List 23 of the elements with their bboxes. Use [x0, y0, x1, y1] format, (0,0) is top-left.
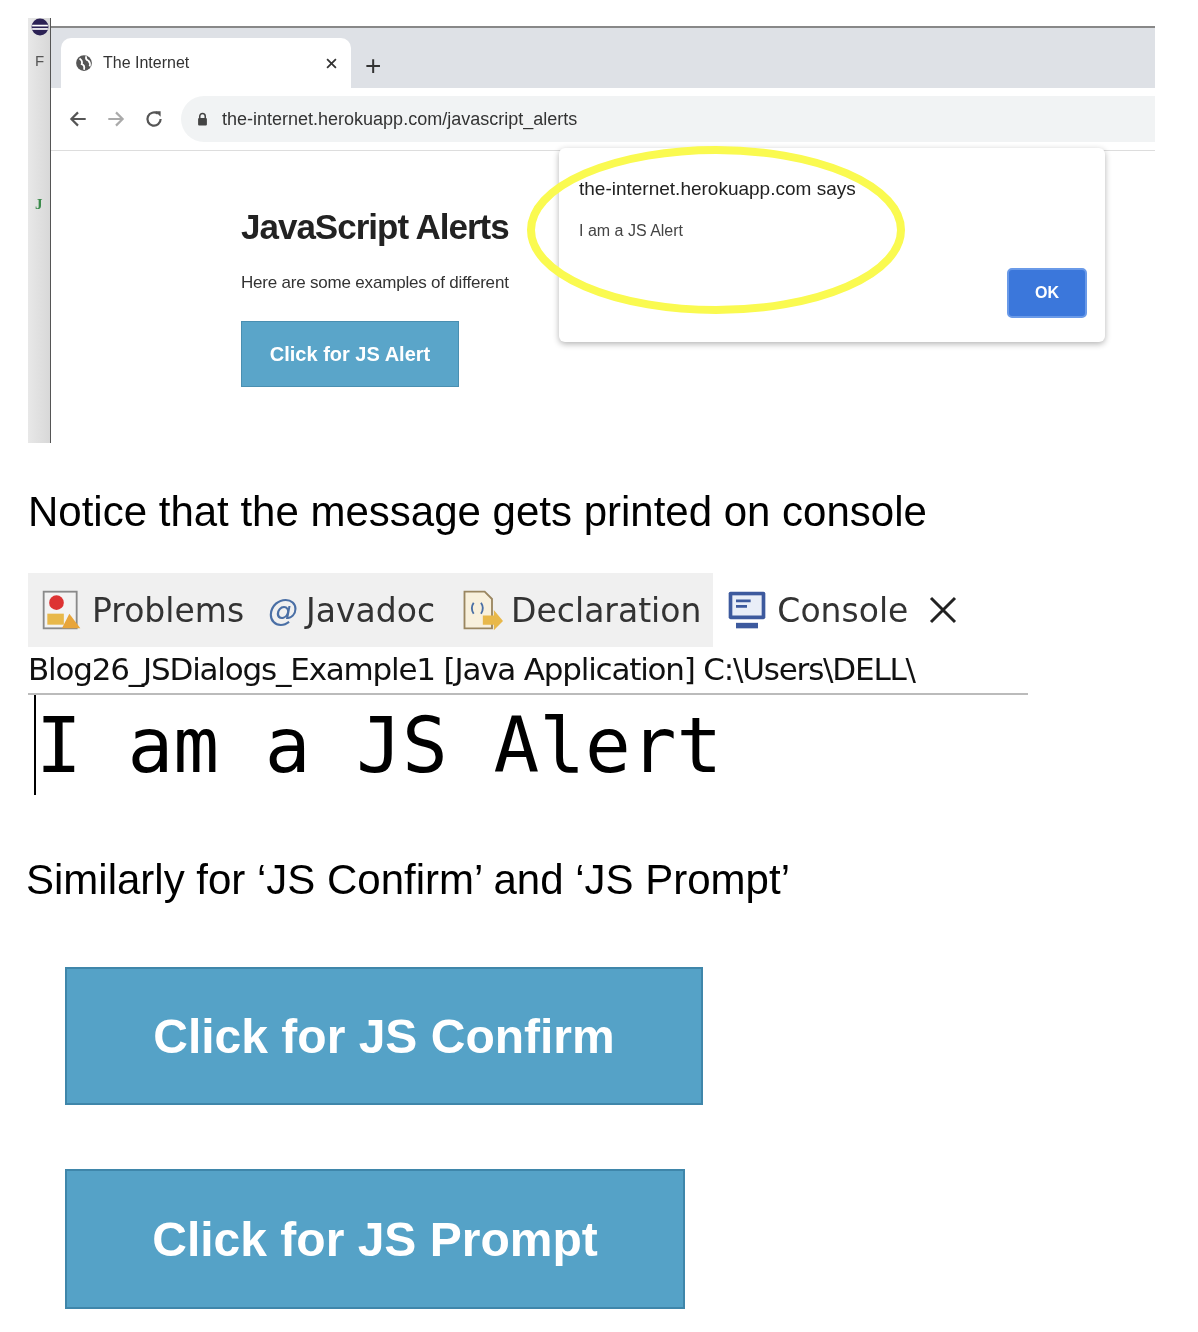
tab-label: Javadoc — [306, 590, 436, 630]
menu-label: J — [35, 196, 43, 213]
tab-label: Problems — [92, 590, 245, 630]
console-output: I am a JS Alert — [36, 700, 723, 790]
browser-tab[interactable]: The Internet — [61, 38, 351, 88]
intro-text: Here are some examples of different — [241, 273, 509, 293]
dialog-title: the-internet.herokuapp.com says — [579, 178, 856, 200]
address-bar[interactable]: the-internet.herokuapp.com/javascript_alerts — [181, 96, 1155, 142]
page-heading: JavaScript Alerts — [241, 207, 509, 247]
menu-label: F — [35, 52, 45, 69]
tab-title: The Internet — [103, 54, 191, 72]
tab-label: Console — [777, 590, 909, 630]
at-sign: @ — [268, 592, 299, 628]
ok-button[interactable]: OK — [1007, 268, 1087, 318]
tab-label: Declaration — [511, 590, 702, 630]
launch-info: Blog26_JSDialogs_Example1 [Java Application] C:\Users\DELL\ — [28, 647, 1028, 695]
caption: Notice that the message gets printed on console — [28, 487, 928, 537]
view-tab[interactable]: @ Javadoc — [256, 573, 448, 647]
dialog-message: I am a JS Alert — [579, 222, 684, 240]
view-tab[interactable]: Problems — [28, 573, 257, 647]
view-tab[interactable]: Declaration — [447, 573, 714, 647]
caption: Similarly for ‘JS Confirm’ and ‘JS Prompt’ — [26, 855, 791, 905]
new-tab-button[interactable]: + — [365, 52, 382, 80]
